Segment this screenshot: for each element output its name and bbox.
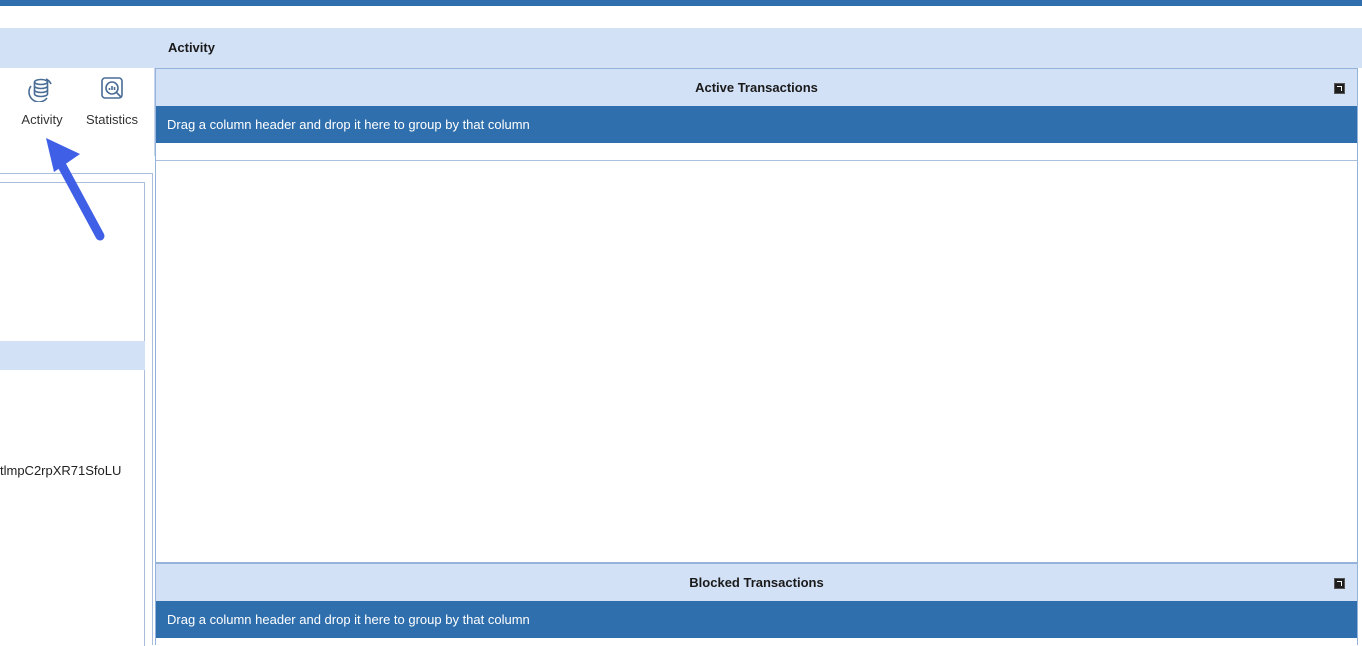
blocked-transactions-pane: Blocked Transactions Drag a column heade… (155, 563, 1358, 645)
left-panel-header (0, 28, 155, 68)
active-transactions-title: Active Transactions (695, 80, 818, 95)
content-header: Activity (155, 28, 1362, 68)
active-transactions-pane: Active Transactions Drag a column header… (155, 68, 1358, 563)
database-sync-icon (28, 78, 52, 102)
activity-button[interactable]: Activity (14, 76, 70, 132)
left-panel-item-text: tlmpC2rpXR71SfoLU (0, 463, 122, 478)
statistics-button-label: Statistics (85, 112, 138, 127)
active-transactions-header: Active Transactions (156, 69, 1357, 106)
top-strip (0, 6, 1362, 28)
group-by-panel[interactable]: Drag a column header and drop it here to… (156, 106, 1357, 143)
blocked-transactions-title: Blocked Transactions (689, 575, 824, 590)
maximize-icon[interactable] (1334, 578, 1345, 589)
maximize-icon[interactable] (1334, 83, 1345, 94)
group-by-prompt: Drag a column header and drop it here to… (167, 612, 530, 627)
chart-magnifier-icon (101, 77, 123, 99)
blocked-transactions-header: Blocked Transactions (156, 564, 1357, 601)
left-panel-selected-row[interactable] (0, 341, 145, 370)
group-by-panel[interactable]: Drag a column header and drop it here to… (156, 601, 1357, 638)
column-header-row[interactable] (156, 143, 1357, 161)
left-panel-inner: tlmpC2rpXR71SfoLU (0, 182, 145, 646)
annotation-arrow-icon (46, 138, 105, 241)
group-by-prompt: Drag a column header and drop it here to… (167, 117, 530, 132)
page-title: Activity (168, 40, 215, 55)
statistics-button[interactable]: Statistics (80, 76, 144, 132)
activity-button-label: Activity (21, 112, 63, 127)
